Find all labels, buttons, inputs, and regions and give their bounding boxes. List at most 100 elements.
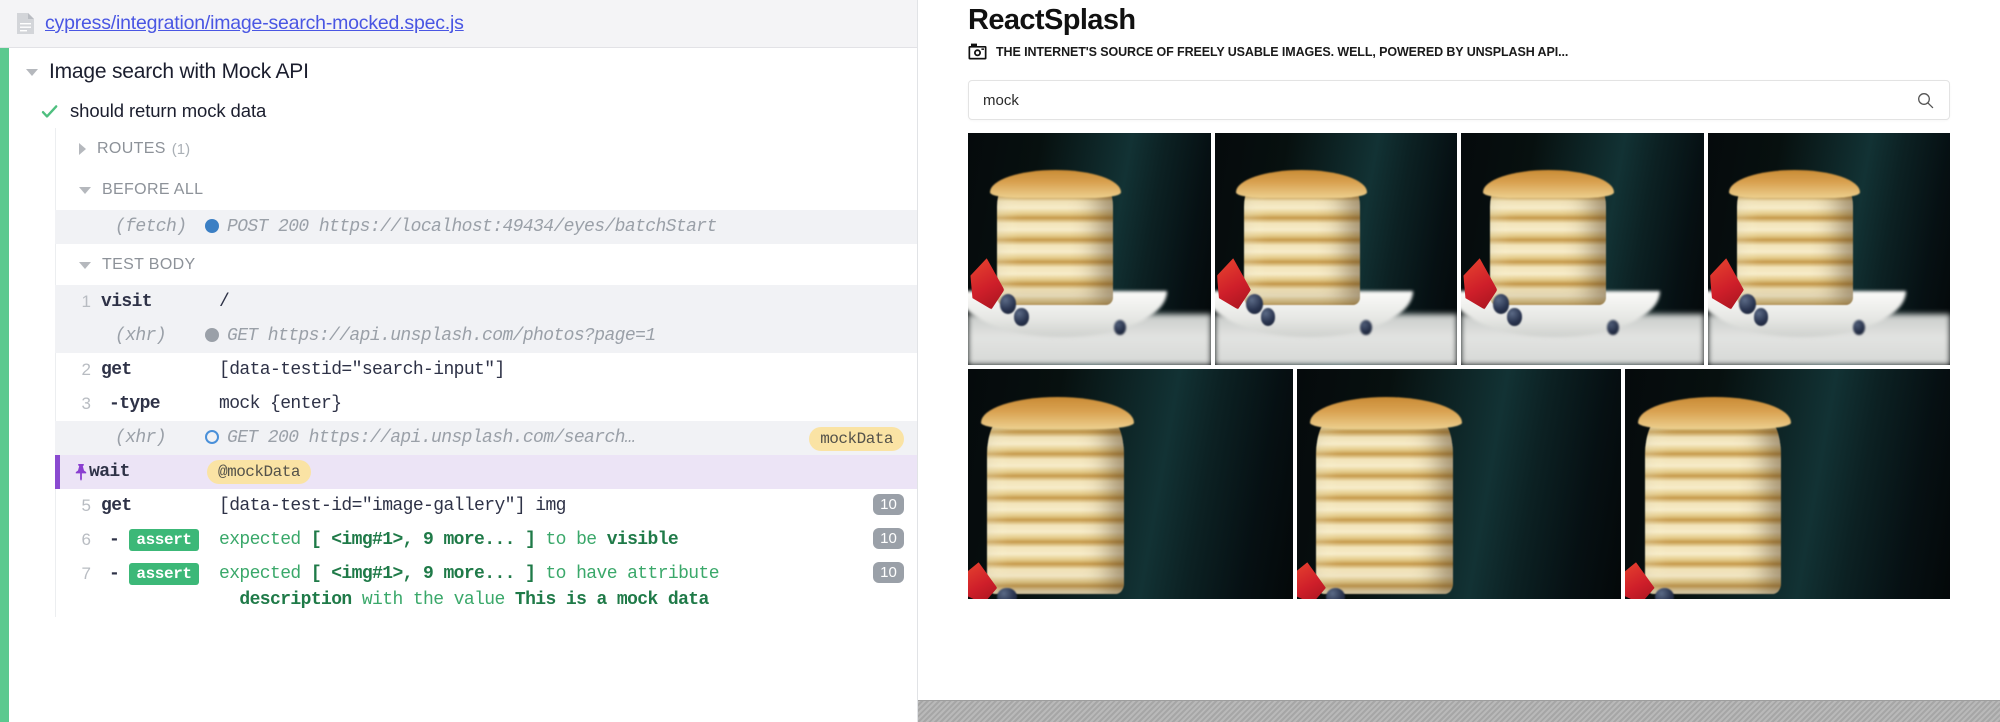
command-message-text: GET https://api.unsplash.com/photos?page… — [227, 326, 656, 346]
command-name: visit — [101, 292, 153, 312]
pin-icon[interactable] — [73, 463, 89, 481]
app-title: ReactSplash — [968, 4, 1136, 36]
command-number: 1 — [81, 292, 91, 311]
command-dash: - — [109, 530, 120, 550]
caret-down-icon[interactable] — [79, 261, 91, 269]
app-tagline-row: THE INTERNET'S SOURCE OF FREELY USABLE I… — [968, 43, 1976, 60]
command-name: (fetch) — [115, 217, 187, 237]
search-input[interactable] — [969, 91, 1917, 109]
gallery-image-4[interactable] — [1707, 133, 1950, 365]
assert-prefix: expected — [219, 530, 301, 550]
command-message: / — [219, 292, 230, 312]
command-row-get-gallery[interactable]: 5 get [data-test-id="image-gallery"] img… — [55, 489, 917, 523]
command-message: @mockData — [207, 459, 917, 485]
cypress-test-runner: cypress/integration/image-search-mocked.… — [0, 0, 2000, 722]
gallery-image-6[interactable] — [1296, 369, 1622, 599]
runnables-container: Image search with Mock API should return… — [0, 48, 917, 722]
command-row-xhr-search[interactable]: (xhr) GET 200 https://api.unsplash.com/s… — [55, 421, 917, 455]
alias-badge[interactable]: mockData — [809, 427, 904, 451]
command-row-get-search-input[interactable]: 2 get [data-testid="search-input"] — [55, 353, 917, 387]
command-message: [data-test-id="image-gallery"] img — [219, 496, 566, 516]
check-icon — [41, 104, 58, 118]
assert-mid: to be — [545, 530, 597, 550]
assert-tag: assert — [129, 563, 199, 585]
gallery-image-3[interactable] — [1461, 133, 1704, 365]
command-name: (xhr) — [115, 428, 167, 448]
assert-mid2: with the value — [361, 590, 505, 610]
command-row-assert-attribute[interactable]: 7 - assert expected [ <img#1>, 9 more...… — [55, 557, 917, 617]
hook-count-routes: (1) — [171, 140, 191, 158]
spec-file-link[interactable]: cypress/integration/image-search-mocked.… — [45, 12, 464, 35]
camera-icon — [968, 43, 987, 60]
assert-subject: [ <img#1>, 9 more... ] — [310, 530, 536, 550]
caret-down-icon[interactable] — [79, 186, 91, 194]
gallery-row-1 — [968, 133, 1950, 365]
gallery-row-2 — [968, 369, 1951, 599]
command-message: expected [ <img#1>, 9 more... ] to have … — [219, 561, 917, 613]
command-row-type[interactable]: 3 -type mock {enter} — [55, 387, 917, 421]
app-tagline: THE INTERNET'S SOURCE OF FREELY USABLE I… — [996, 44, 1569, 59]
assert-subject: [ <img#1>, 9 more... ] — [310, 564, 536, 584]
command-row-wait-pinned[interactable]: wait @mockData — [55, 455, 917, 489]
command-message: expected [ <img#1>, 9 more... ] to be vi… — [219, 527, 917, 553]
image-gallery — [968, 133, 1951, 599]
command-log-panel: cypress/integration/image-search-mocked.… — [0, 0, 918, 722]
alias-reference-badge[interactable]: @mockData — [207, 460, 311, 484]
command-message: POST 200 https://localhost:49434/eyes/ba… — [205, 214, 917, 240]
assert-tag: assert — [129, 529, 199, 551]
command-name: get — [101, 360, 132, 380]
xhr-status-dot-icon — [205, 328, 219, 342]
test-title: should return mock data — [70, 100, 267, 121]
suite-title: Image search with Mock API — [49, 60, 309, 83]
search-bar[interactable] — [968, 80, 1950, 120]
command-row-assert-visible[interactable]: 6 - assert expected [ <img#1>, 9 more...… — [55, 523, 917, 557]
suite-row[interactable]: Image search with Mock API — [0, 48, 917, 94]
command-name: get — [101, 496, 132, 516]
command-dash: - — [109, 564, 120, 584]
hook-header-routes[interactable]: ROUTES (1) — [55, 128, 917, 169]
command-row-visit[interactable]: 1 visit / — [55, 285, 917, 319]
command-name: (xhr) — [115, 326, 167, 346]
command-number: 3 — [81, 394, 91, 413]
assert-attribute-name: description — [239, 590, 352, 610]
app-preview-panel: ReactSplash THE INTERNET'S SOURCE OF FRE… — [918, 0, 2000, 722]
xhr-status-dot-icon — [205, 430, 219, 444]
application-under-test: ReactSplash THE INTERNET'S SOURCE OF FRE… — [918, 0, 2000, 700]
assert-value: This is a mock data — [514, 590, 709, 610]
assert-prefix: expected — [219, 564, 301, 584]
caret-down-icon[interactable] — [26, 68, 38, 76]
command-name: wait — [89, 462, 130, 482]
horizontal-scrollbar[interactable] — [918, 700, 2000, 722]
command-number: 7 — [81, 564, 91, 583]
caret-right-icon[interactable] — [79, 143, 86, 155]
search-icon[interactable] — [1917, 92, 1934, 109]
gallery-image-5[interactable] — [968, 369, 1293, 599]
test-row[interactable]: should return mock data — [0, 94, 917, 128]
hook-label-routes: ROUTES — [97, 140, 166, 157]
assert-mid: to have attribute — [545, 564, 719, 584]
pass-status-rail — [0, 48, 9, 722]
assert-value: visible — [606, 530, 679, 550]
command-number: 5 — [81, 496, 91, 515]
spec-header: cypress/integration/image-search-mocked.… — [0, 0, 917, 48]
command-row-xhr-photos[interactable]: (xhr) GET https://api.unsplash.com/photo… — [55, 319, 917, 353]
element-count-badge: 10 — [873, 528, 904, 549]
command-message-text: POST 200 https://localhost:49434/eyes/ba… — [227, 217, 717, 237]
command-row-fetch[interactable]: (fetch) POST 200 https://localhost:49434… — [55, 210, 917, 244]
hook-header-test-body[interactable]: TEST BODY — [55, 244, 917, 285]
hook-label-before-all: BEFORE ALL — [102, 181, 204, 198]
command-message-text: GET 200 https://api.unsplash.com/search… — [227, 428, 636, 448]
hook-header-before-all[interactable]: BEFORE ALL — [55, 169, 917, 210]
command-number: 2 — [81, 360, 91, 379]
gallery-image-7[interactable] — [1625, 369, 1951, 599]
gallery-image-1[interactable] — [968, 133, 1211, 365]
command-message: GET https://api.unsplash.com/photos?page… — [205, 323, 917, 349]
hooks-container: ROUTES (1) BEFORE ALL (fetch) POST 200 h… — [55, 128, 917, 617]
element-count-badge: 10 — [873, 494, 904, 515]
gallery-image-2[interactable] — [1214, 133, 1457, 365]
command-message: [data-testid="search-input"] — [219, 360, 505, 380]
command-message: mock {enter} — [219, 394, 342, 414]
hook-label-test-body: TEST BODY — [102, 256, 196, 273]
app-brand-header: ReactSplash THE INTERNET'S SOURCE OF FRE… — [942, 0, 1976, 60]
command-name: -type — [109, 394, 161, 414]
